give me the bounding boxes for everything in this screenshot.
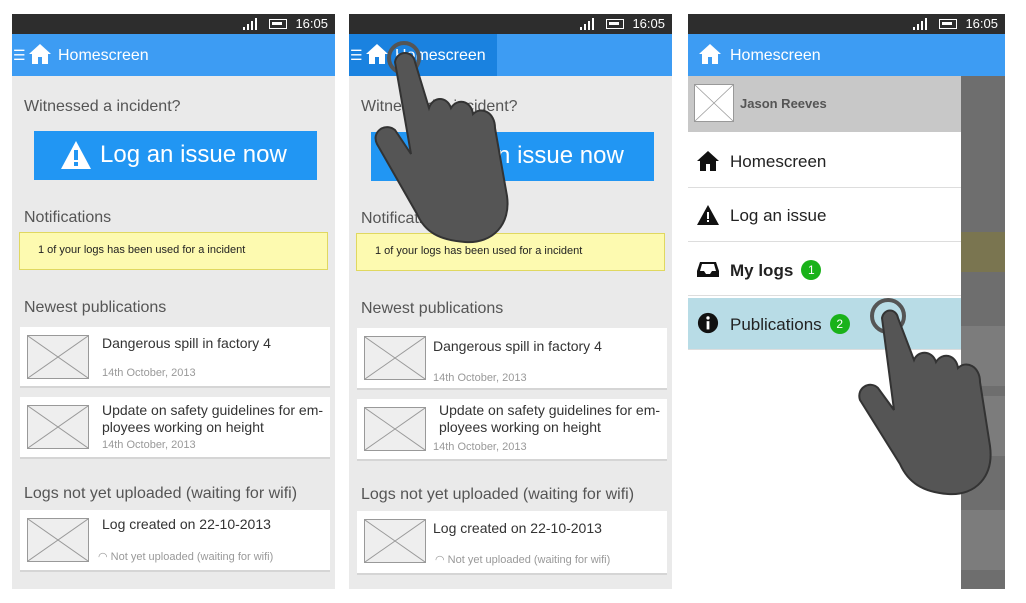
screen-home-tap: 16:05 ☰ Homescreen Witnessed a incident?…	[349, 14, 672, 589]
info-icon	[697, 312, 719, 334]
image-placeholder	[364, 519, 426, 563]
notifications-heading: Notifications	[24, 209, 112, 226]
app-bar-title[interactable]: Homescreen	[58, 47, 149, 65]
pending-heading: Logs not yet uploaded (waiting for wifi)	[361, 486, 635, 503]
publication-date: 14th October, 2013	[433, 441, 527, 453]
signal-icon	[913, 18, 927, 30]
drawer-item-label: Log an issue	[730, 206, 827, 225]
drawer-item-label: Homescreen	[730, 152, 827, 171]
log-issue-button-label: Log an issue now	[100, 141, 287, 168]
drawer-item-label: Publications 2	[730, 314, 850, 335]
image-placeholder	[364, 407, 426, 451]
count-badge: 2	[829, 314, 850, 334]
clock: 16:05	[295, 16, 328, 31]
home-icon	[697, 151, 719, 171]
clock: 16:05	[632, 16, 665, 31]
drawer-item-my-logs[interactable]: My logs 1	[688, 244, 961, 296]
user-name: Jason Reeves	[740, 96, 827, 111]
drawer-item-homescreen[interactable]: Homescreen	[688, 136, 961, 188]
notification-banner[interactable]: 1 of your logs has been used for a incid…	[19, 232, 328, 270]
avatar	[694, 84, 734, 122]
publication-title: Update on safety guidelines for em-ploye…	[439, 402, 661, 435]
publication-date: 14th October, 2013	[433, 372, 527, 384]
drawer-user-header[interactable]: Jason Reeves	[688, 76, 961, 132]
battery-icon	[269, 19, 287, 29]
log-issue-button[interactable]: Log an issue now	[34, 131, 317, 180]
log-status: ◠ Not yet uploaded (waiting for wifi)	[98, 551, 274, 563]
pending-log-card[interactable]: Log created on 22-10-2013 ◠ Not yet uplo…	[357, 511, 667, 575]
publications-heading: Newest publications	[24, 299, 167, 316]
notification-text: 1 of your logs has been used for a incid…	[38, 244, 246, 256]
scrim-notification-shadow	[961, 232, 1005, 272]
scrim-card-shadow	[961, 510, 1005, 570]
drawer-item-label: My logs 1	[730, 260, 822, 281]
publication-date: 14th October, 2013	[102, 439, 196, 451]
tap-gesture-hand-icon	[858, 298, 992, 496]
tap-gesture-hand-icon	[374, 41, 509, 244]
publication-title: Dangerous spill in factory 4	[102, 335, 271, 351]
menu-icon[interactable]: ☰	[350, 48, 363, 62]
publication-card[interactable]: Update on safety guidelines for em-ploye…	[357, 399, 667, 461]
publications-heading: Newest publications	[361, 300, 504, 317]
status-bar: 16:05	[349, 14, 672, 34]
battery-icon	[939, 19, 957, 29]
log-title: Log created on 22-10-2013	[102, 516, 271, 532]
image-placeholder	[27, 518, 89, 562]
home-icon[interactable]	[28, 43, 52, 65]
wifi-icon: ◠	[435, 554, 448, 566]
warning-icon	[697, 205, 719, 225]
pending-heading: Logs not yet uploaded (waiting for wifi)	[24, 485, 298, 502]
publication-date: 14th October, 2013	[102, 367, 196, 379]
image-placeholder	[364, 336, 426, 380]
count-badge: 1	[801, 260, 822, 280]
screen-drawer-open: 16:05 Homescreen Jason Reeves Homescreen…	[688, 14, 1005, 589]
battery-icon	[606, 19, 624, 29]
image-placeholder	[27, 335, 89, 379]
pending-log-card[interactable]: Log created on 22-10-2013 ◠ Not yet uplo…	[20, 510, 330, 572]
status-bar: 16:05	[12, 14, 335, 34]
signal-icon	[580, 18, 594, 30]
log-status: ◠ Not yet uploaded (waiting for wifi)	[435, 554, 611, 566]
signal-icon	[243, 18, 257, 30]
log-title: Log created on 22-10-2013	[433, 520, 602, 536]
publication-card[interactable]: Dangerous spill in factory 4 14th Octobe…	[357, 328, 667, 390]
inbox-icon	[697, 262, 719, 277]
app-bar: Homescreen	[688, 34, 1005, 76]
app-bar: ☰ Homescreen	[12, 34, 335, 76]
publication-title: Update on safety guidelines for em-ploye…	[102, 402, 324, 435]
publication-title: Dangerous spill in factory 4	[433, 338, 602, 354]
image-placeholder	[27, 405, 89, 449]
app-bar-title[interactable]: Homescreen	[730, 47, 821, 65]
screen-home: 16:05 ☰ Homescreen Witnessed a incident?…	[12, 14, 335, 589]
publication-card[interactable]: Dangerous spill in factory 4 14th Octobe…	[20, 327, 330, 388]
clock: 16:05	[965, 16, 998, 31]
wifi-icon: ◠	[98, 551, 111, 563]
notification-text: 1 of your logs has been used for a incid…	[375, 245, 583, 257]
witness-heading: Witnessed a incident?	[24, 98, 181, 115]
publication-card[interactable]: Update on safety guidelines for em-ploye…	[20, 397, 330, 459]
warning-icon	[61, 141, 91, 169]
menu-icon[interactable]: ☰	[13, 48, 26, 62]
home-icon[interactable]	[698, 43, 722, 65]
status-bar: 16:05	[688, 14, 1005, 34]
drawer-item-log-issue[interactable]: Log an issue	[688, 190, 961, 242]
